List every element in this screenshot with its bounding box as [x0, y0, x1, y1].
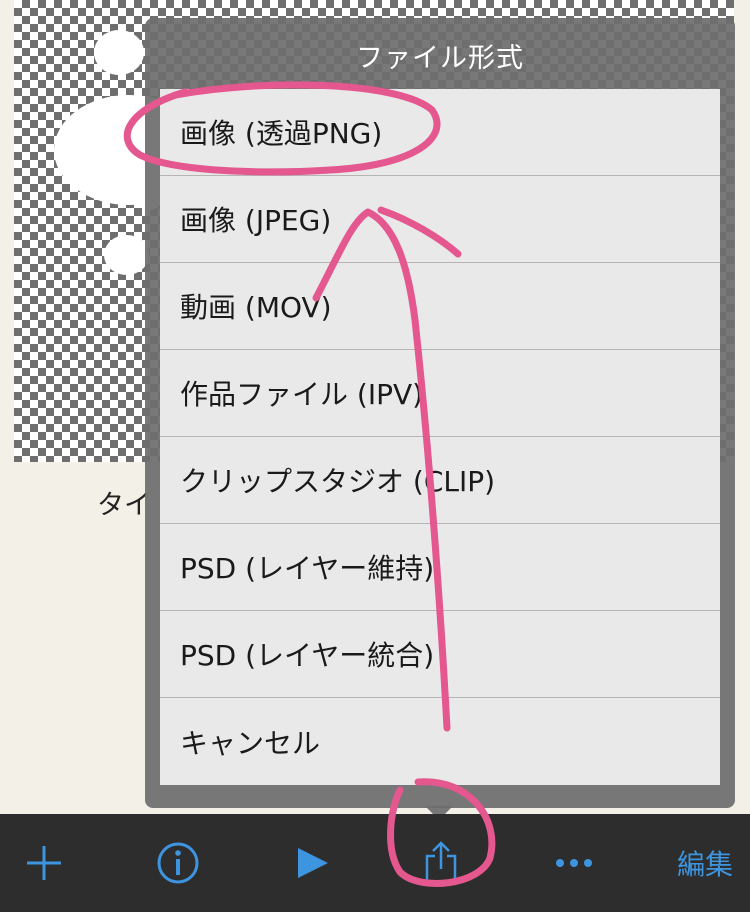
more-icon: [555, 859, 592, 867]
file-format-popover: ファイル形式 画像 (透過PNG) 画像 (JPEG) 動画 (MOV) 作品フ…: [145, 18, 735, 808]
menu-item-label: PSD (レイヤー維持): [180, 552, 435, 585]
artwork-title: タイ: [97, 490, 151, 521]
file-format-menu: 画像 (透過PNG) 画像 (JPEG) 動画 (MOV) 作品ファイル (IP…: [160, 89, 720, 785]
artwork-white-shape: [94, 30, 144, 75]
menu-item-label: 作品ファイル (IPV): [180, 378, 424, 411]
edit-button[interactable]: 編集: [672, 814, 738, 912]
play-button[interactable]: [288, 814, 338, 912]
menu-item-label: キャンセル: [180, 726, 321, 760]
menu-item-label: クリップスタジオ (CLIP): [180, 465, 496, 498]
artwork-white-shape: [104, 235, 149, 275]
menu-item-psd-merged[interactable]: PSD (レイヤー統合): [160, 611, 720, 698]
menu-item-psd-layers[interactable]: PSD (レイヤー維持): [160, 524, 720, 611]
menu-item-label: 画像 (JPEG): [180, 204, 332, 237]
bottom-toolbar: 編集: [0, 814, 750, 912]
info-button[interactable]: [150, 814, 205, 912]
menu-item-label: 画像 (透過PNG): [180, 117, 383, 150]
info-icon: [157, 842, 198, 884]
more-button[interactable]: [546, 814, 601, 912]
play-icon: [298, 848, 328, 878]
menu-item-cancel[interactable]: キャンセル: [160, 698, 720, 785]
menu-item-mov[interactable]: 動画 (MOV): [160, 263, 720, 350]
menu-item-ipv[interactable]: 作品ファイル (IPV): [160, 350, 720, 437]
share-button[interactable]: [413, 814, 468, 912]
menu-item-png[interactable]: 画像 (透過PNG): [160, 89, 720, 176]
share-icon: [425, 841, 456, 885]
menu-item-label: 動画 (MOV): [180, 291, 332, 324]
menu-item-label: PSD (レイヤー統合): [180, 639, 435, 672]
menu-item-jpeg[interactable]: 画像 (JPEG): [160, 176, 720, 263]
menu-item-clip[interactable]: クリップスタジオ (CLIP): [160, 437, 720, 524]
popover-title: ファイル形式: [356, 43, 524, 74]
add-button[interactable]: [14, 814, 74, 912]
plus-icon: [27, 846, 61, 880]
